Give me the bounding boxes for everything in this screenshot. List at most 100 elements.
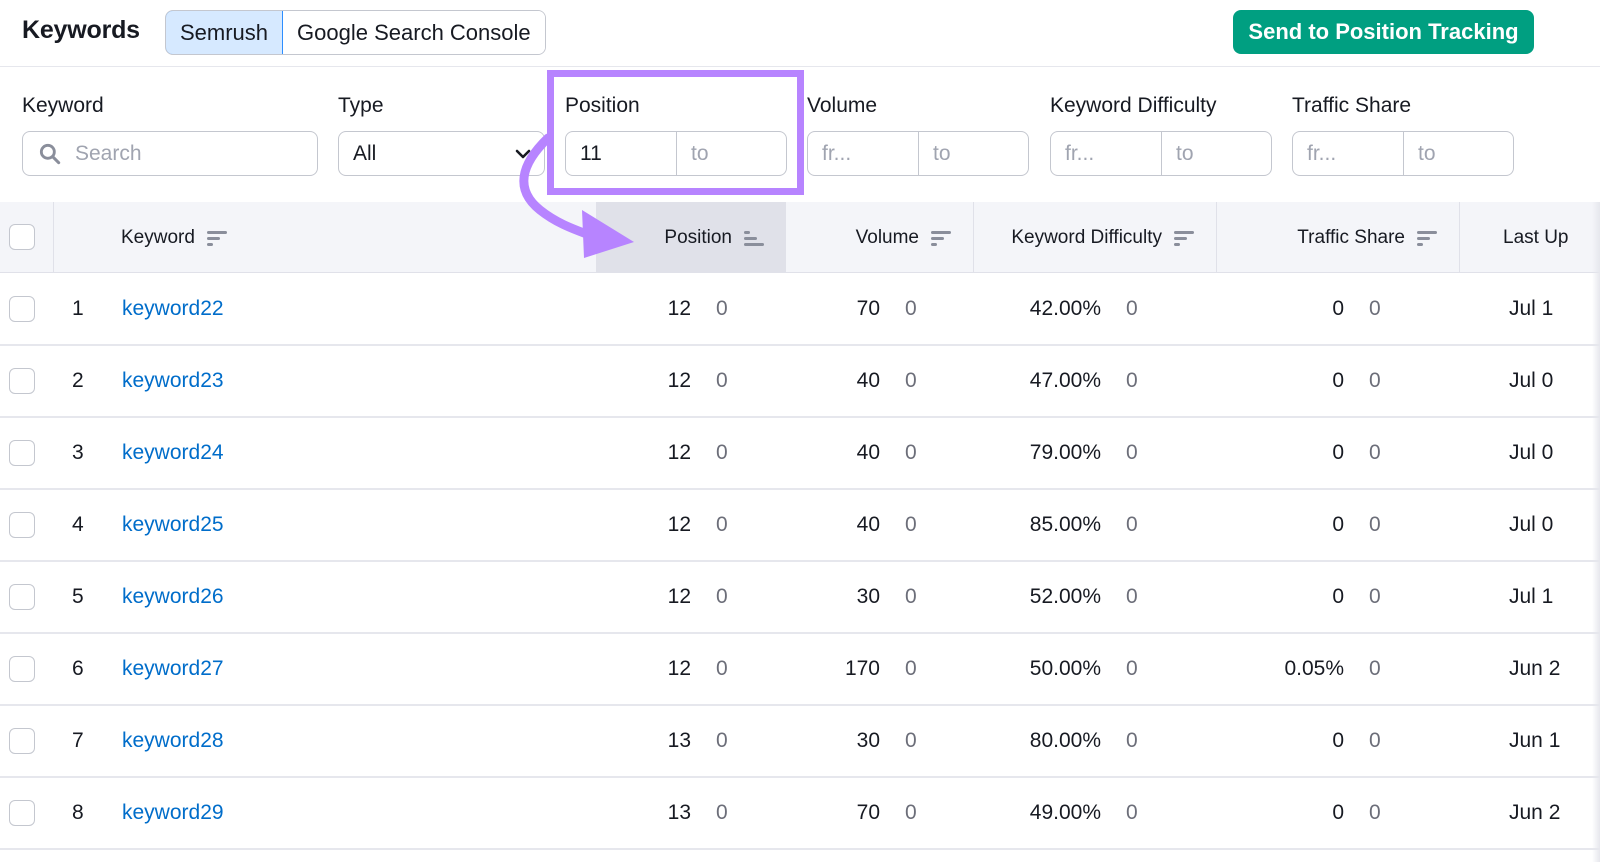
sort-ascending-icon[interactable] bbox=[744, 230, 764, 246]
traffic-share-change: 0 bbox=[1369, 657, 1381, 680]
traffic-share-from-input[interactable]: fr... bbox=[1293, 132, 1403, 175]
sort-icon[interactable] bbox=[1417, 230, 1437, 246]
keyword-link[interactable]: keyword28 bbox=[122, 706, 224, 776]
position-change: 0 bbox=[716, 801, 728, 824]
volume-from-input[interactable]: fr... bbox=[808, 132, 918, 175]
volume-value: 70 bbox=[856, 297, 880, 320]
position-value: 12 bbox=[667, 585, 691, 608]
keyword-link[interactable]: keyword23 bbox=[122, 346, 224, 416]
traffic-share-value: 0 bbox=[1332, 513, 1344, 536]
row-checkbox[interactable] bbox=[9, 368, 35, 394]
chevron-down-icon bbox=[515, 149, 531, 158]
row-index: 5 bbox=[72, 585, 84, 608]
position-value: 13 bbox=[667, 801, 691, 824]
volume-change: 0 bbox=[905, 441, 917, 464]
column-divider bbox=[1459, 202, 1460, 273]
send-to-position-tracking-button[interactable]: Send to Position Tracking bbox=[1233, 10, 1534, 54]
last-updated-value: Jul 1 bbox=[1509, 297, 1554, 320]
tab-google-search-console[interactable]: Google Search Console bbox=[283, 11, 545, 54]
keyword-link[interactable]: keyword27 bbox=[122, 634, 224, 704]
row-index: 7 bbox=[72, 729, 84, 752]
column-header-position-label: Position bbox=[664, 226, 732, 248]
select-all-checkbox[interactable] bbox=[9, 224, 35, 250]
column-header-keyword-difficulty[interactable]: Keyword Difficulty bbox=[973, 202, 1216, 273]
keyword-difficulty-value: 52.00% bbox=[1029, 585, 1101, 608]
position-change: 0 bbox=[716, 441, 728, 464]
sort-icon[interactable] bbox=[931, 230, 951, 246]
column-header-keyword[interactable]: Keyword bbox=[121, 202, 227, 273]
volume-change: 0 bbox=[905, 801, 917, 824]
traffic-share-filter-label: Traffic Share bbox=[1292, 94, 1412, 117]
row-checkbox[interactable] bbox=[9, 728, 35, 754]
position-change: 0 bbox=[716, 585, 728, 608]
position-from-input[interactable]: 11 bbox=[566, 132, 676, 175]
volume-change: 0 bbox=[905, 657, 917, 680]
type-select[interactable]: All bbox=[338, 131, 545, 176]
keyword-difficulty-change: 0 bbox=[1126, 513, 1138, 536]
keyword-difficulty-change: 0 bbox=[1126, 369, 1138, 392]
column-header-last-updated[interactable]: Last Up bbox=[1503, 202, 1568, 273]
position-value: 12 bbox=[667, 297, 691, 320]
volume-value: 40 bbox=[856, 513, 880, 536]
keyword-difficulty-value: 47.00% bbox=[1029, 369, 1101, 392]
keyword-link[interactable]: keyword22 bbox=[122, 274, 224, 344]
row-checkbox[interactable] bbox=[9, 800, 35, 826]
column-header-keyword-difficulty-label: Keyword Difficulty bbox=[1011, 226, 1162, 248]
sort-icon[interactable] bbox=[206, 230, 227, 246]
row-checkbox[interactable] bbox=[9, 656, 35, 682]
keyword-difficulty-change: 0 bbox=[1126, 801, 1138, 824]
column-header-volume[interactable]: Volume bbox=[786, 202, 973, 273]
volume-change: 0 bbox=[905, 585, 917, 608]
keyword-difficulty-change: 0 bbox=[1126, 297, 1138, 320]
volume-value: 40 bbox=[856, 441, 880, 464]
volume-value: 40 bbox=[856, 369, 880, 392]
table-row: 2 keyword23 12 0 40 0 47.00% 0 0 0 Jul 0 bbox=[0, 346, 1600, 418]
type-filter: Type All bbox=[338, 94, 545, 176]
keyword-difficulty-to-input[interactable]: to bbox=[1161, 132, 1271, 175]
volume-change: 0 bbox=[905, 297, 917, 320]
table-header: Keyword Position Volume Keyword Difficul… bbox=[0, 202, 1600, 273]
keyword-link[interactable]: keyword26 bbox=[122, 562, 224, 632]
position-change: 0 bbox=[716, 369, 728, 392]
volume-change: 0 bbox=[905, 729, 917, 752]
row-checkbox[interactable] bbox=[9, 512, 35, 538]
keyword-link[interactable]: keyword24 bbox=[122, 418, 224, 488]
traffic-share-value: 0 bbox=[1332, 297, 1344, 320]
position-value: 12 bbox=[667, 441, 691, 464]
position-change: 0 bbox=[716, 297, 728, 320]
source-toggle: Semrush Google Search Console bbox=[165, 10, 546, 55]
keyword-link[interactable]: keyword25 bbox=[122, 490, 224, 560]
last-updated-value: Jun 2 bbox=[1509, 801, 1561, 824]
traffic-share-change: 0 bbox=[1369, 369, 1381, 392]
column-header-traffic-share[interactable]: Traffic Share bbox=[1216, 202, 1459, 273]
volume-to-input[interactable]: to bbox=[918, 132, 1028, 175]
last-updated-value: Jun 1 bbox=[1509, 729, 1561, 752]
tab-semrush[interactable]: Semrush bbox=[165, 11, 284, 54]
keyword-difficulty-value: 85.00% bbox=[1029, 513, 1101, 536]
position-value: 13 bbox=[667, 729, 691, 752]
position-change: 0 bbox=[716, 657, 728, 680]
keyword-difficulty-from-input[interactable]: fr... bbox=[1051, 132, 1161, 175]
traffic-share-to-input[interactable]: to bbox=[1403, 132, 1513, 175]
keyword-difficulty-range: fr... to bbox=[1050, 131, 1272, 176]
table-row: 3 keyword24 12 0 40 0 79.00% 0 0 0 Jul 0 bbox=[0, 418, 1600, 490]
row-checkbox[interactable] bbox=[9, 440, 35, 466]
keyword-search-input[interactable]: Search bbox=[22, 131, 318, 176]
keyword-difficulty-value: 50.00% bbox=[1029, 657, 1101, 680]
row-checkbox[interactable] bbox=[9, 296, 35, 322]
volume-value: 70 bbox=[856, 801, 880, 824]
position-to-input[interactable]: to bbox=[676, 132, 786, 175]
last-updated-value: Jun 2 bbox=[1509, 657, 1561, 680]
keyword-difficulty-value: 80.00% bbox=[1029, 729, 1101, 752]
last-updated-value: Jul 0 bbox=[1509, 513, 1554, 536]
keyword-link[interactable]: keyword29 bbox=[122, 778, 224, 848]
position-change: 0 bbox=[716, 729, 728, 752]
keyword-filter: Keyword Search bbox=[22, 94, 318, 176]
volume-filter: Volume fr... to bbox=[807, 94, 1029, 176]
column-header-position[interactable]: Position bbox=[596, 202, 786, 273]
row-checkbox[interactable] bbox=[9, 584, 35, 610]
traffic-share-value: 0.05% bbox=[1284, 657, 1344, 680]
sort-icon[interactable] bbox=[1174, 230, 1194, 246]
traffic-share-change: 0 bbox=[1369, 585, 1381, 608]
table-row: 6 keyword27 12 0 170 0 50.00% 0 0.05% 0 … bbox=[0, 634, 1600, 706]
